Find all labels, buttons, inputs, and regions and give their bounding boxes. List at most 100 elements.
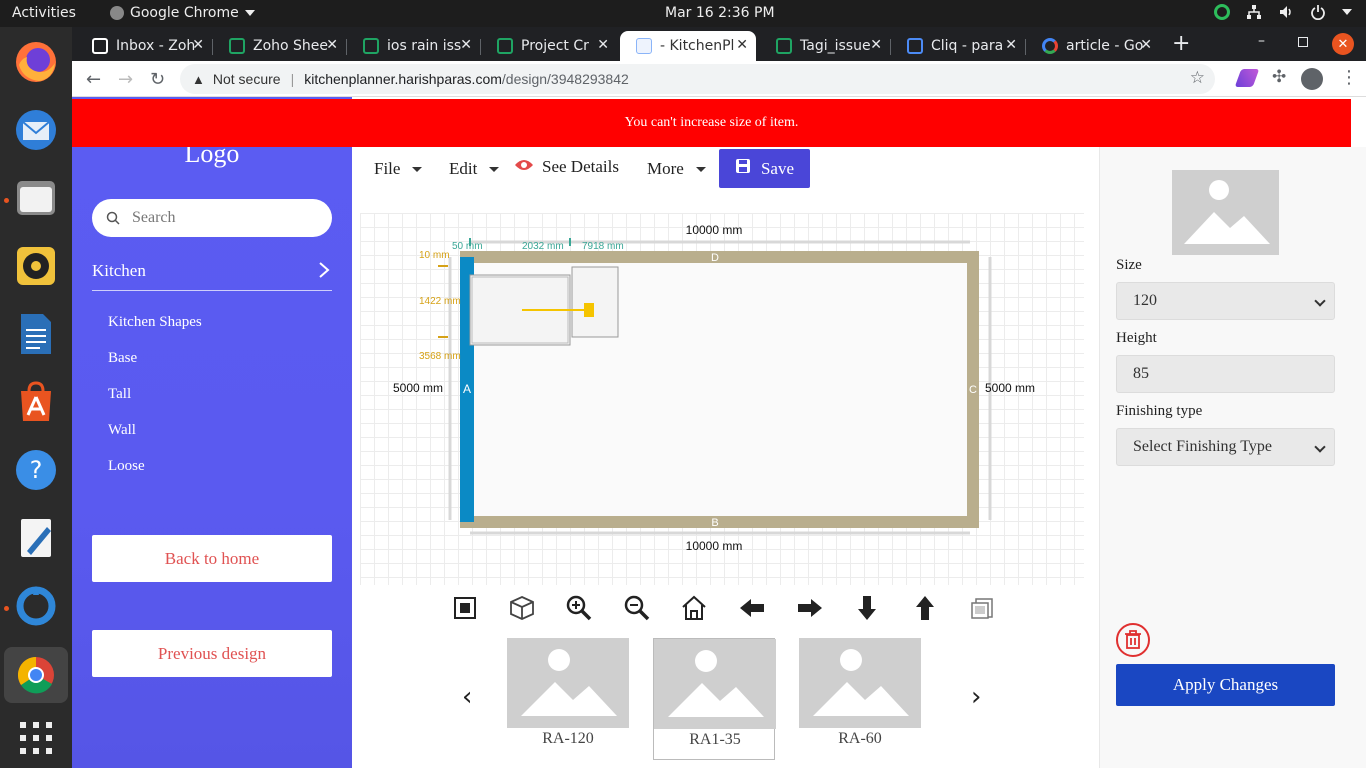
save-button[interactable]: Save (719, 149, 810, 188)
app-menu[interactable]: Google Chrome (110, 5, 255, 21)
power-icon[interactable] (1310, 4, 1326, 21)
writer-icon[interactable] (13, 311, 59, 357)
wall-top[interactable] (460, 251, 979, 263)
close-icon[interactable]: ✕ (460, 37, 472, 53)
catalog-item[interactable]: RA-120 (507, 638, 629, 760)
rhythmbox-icon[interactable] (13, 243, 59, 289)
system-tray[interactable] (1214, 4, 1352, 21)
show-apps-icon[interactable] (13, 715, 59, 761)
sidebar-item-wall[interactable]: Wall (108, 422, 136, 439)
firefox-icon[interactable] (13, 39, 59, 85)
screenshot-icon[interactable] (967, 593, 997, 623)
browser-tab[interactable]: article - Go ✕ (1026, 31, 1160, 61)
url-host[interactable]: kitchenplanner.harishparas.com (304, 71, 502, 87)
sidebar-item-loose[interactable]: Loose (108, 458, 145, 475)
catalog-item-selected[interactable]: RA1-35 (653, 638, 776, 760)
arrow-down-icon[interactable] (852, 593, 882, 623)
zoho-app-icon[interactable] (13, 583, 59, 629)
browser-tab-active[interactable]: - KitchenPl ✕ (620, 31, 756, 61)
more-menu[interactable]: More (647, 159, 706, 179)
svg-text:?: ? (30, 456, 43, 484)
file-menu[interactable]: File (374, 159, 423, 179)
apply-changes-button[interactable]: Apply Changes (1116, 664, 1335, 706)
category-kitchen[interactable]: Kitchen (92, 261, 332, 291)
wall-bottom[interactable] (460, 516, 979, 528)
sidebar-item-kitchen-shapes[interactable]: Kitchen Shapes (108, 314, 202, 331)
reload-icon[interactable]: ↻ (150, 69, 165, 90)
not-secure-label[interactable]: Not secure (213, 71, 281, 87)
maximize-button[interactable] (1298, 37, 1308, 47)
fit-screen-icon[interactable] (450, 593, 480, 623)
close-icon[interactable]: ✕ (597, 37, 609, 53)
files-icon[interactable] (13, 175, 59, 221)
address-divider: | (290, 71, 295, 87)
app-center-icon[interactable] (13, 379, 59, 425)
category-label: Kitchen (92, 261, 146, 280)
size-select[interactable]: 120 (1116, 282, 1335, 320)
browser-tab[interactable]: Cliq - para ✕ (891, 31, 1025, 61)
floor-plan-svg[interactable]: 10000 mm 10000 mm 5000 mm 5000 mm D B A … (360, 213, 1084, 585)
height-input[interactable]: 85 (1116, 355, 1335, 393)
resize-handle[interactable] (584, 303, 594, 317)
dim-7918: 7918 mm (582, 241, 624, 252)
sidebar-item-tall[interactable]: Tall (108, 386, 131, 403)
forward-icon[interactable]: → (118, 69, 133, 90)
chat-tab-icon (907, 38, 923, 54)
running-indicator (4, 606, 9, 611)
browser-tab[interactable]: Inbox - Zoh ✕ (76, 31, 212, 61)
cabinet-item[interactable] (571, 266, 619, 338)
see-details-button[interactable]: See Details (514, 157, 619, 177)
chevron-down-icon[interactable] (1342, 9, 1352, 15)
zoom-in-icon[interactable] (564, 593, 594, 623)
update-icon[interactable] (1214, 4, 1230, 20)
delete-button[interactable] (1116, 623, 1150, 657)
home-icon[interactable] (679, 593, 709, 623)
back-icon[interactable]: ← (86, 69, 101, 90)
clock[interactable]: Mar 16 2:36 PM (665, 5, 775, 21)
close-window-button[interactable]: ✕ (1332, 33, 1354, 55)
warning-icon[interactable]: ▲ (192, 72, 205, 87)
close-icon[interactable]: ✕ (736, 37, 748, 53)
url-path[interactable]: /design/3948293842 (502, 71, 629, 87)
minimize-button[interactable]: – (1258, 33, 1265, 49)
sidebar-item-base[interactable]: Base (108, 350, 137, 367)
extension-pen-icon[interactable] (1234, 69, 1260, 87)
carousel-prev-button[interactable]: ‹ (462, 682, 472, 712)
close-icon[interactable]: ✕ (1140, 37, 1152, 53)
previous-design-button[interactable]: Previous design (92, 630, 332, 677)
arrow-right-icon[interactable] (795, 593, 825, 623)
new-tab-button[interactable]: + (1172, 31, 1190, 56)
arrow-up-icon[interactable] (910, 593, 940, 623)
browser-tab[interactable]: Tagi_issue ✕ (760, 31, 890, 61)
address-bar[interactable]: ▲ Not secure | kitchenplanner.harishpara… (180, 64, 1215, 94)
see-details-label: See Details (542, 157, 619, 176)
menu-kebab-icon[interactable]: ⋮ (1340, 67, 1358, 88)
browser-tab[interactable]: Zoho Shee ✕ (213, 31, 346, 61)
profile-avatar-icon[interactable] (1301, 68, 1323, 90)
thunderbird-icon[interactable] (13, 107, 59, 153)
zoom-out-icon[interactable] (622, 593, 652, 623)
catalog-item[interactable]: RA-60 (799, 638, 921, 760)
help-icon[interactable]: ? (13, 447, 59, 493)
network-icon[interactable] (1246, 4, 1262, 20)
finishing-type-select[interactable]: Select Finishing Type (1116, 428, 1335, 466)
browser-tab[interactable]: Project Cr ✕ (481, 31, 617, 61)
text-editor-icon[interactable] (13, 515, 59, 561)
edit-menu[interactable]: Edit (449, 159, 500, 179)
activities-button[interactable]: Activities (12, 5, 76, 21)
browser-tab[interactable]: ios rain iss ✕ (347, 31, 480, 61)
close-icon[interactable]: ✕ (1005, 37, 1017, 53)
back-to-home-button[interactable]: Back to home (92, 535, 332, 582)
chrome-icon[interactable] (4, 647, 68, 703)
search-input[interactable]: Search (92, 199, 332, 237)
carousel-next-button[interactable]: › (971, 682, 981, 712)
bookmark-star-icon[interactable]: ☆ (1190, 68, 1205, 88)
close-icon[interactable]: ✕ (326, 37, 338, 53)
close-icon[interactable]: ✕ (870, 37, 882, 53)
3d-view-icon[interactable] (507, 593, 537, 623)
close-icon[interactable]: ✕ (192, 37, 204, 53)
arrow-left-icon[interactable] (737, 593, 767, 623)
volume-icon[interactable] (1278, 4, 1294, 20)
floor-plan-canvas[interactable]: 10000 mm 10000 mm 5000 mm 5000 mm D B A … (360, 213, 1084, 585)
extensions-puzzle-icon[interactable]: ✣ (1272, 67, 1286, 87)
